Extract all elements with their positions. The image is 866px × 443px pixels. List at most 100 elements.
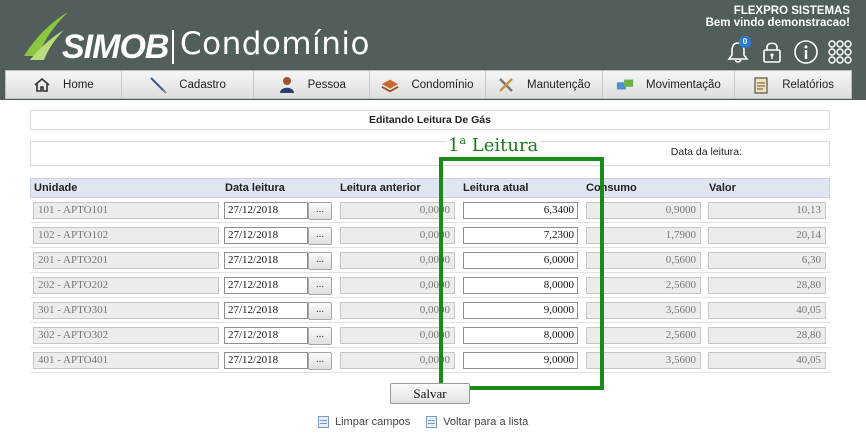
table-row: 401 - APTO401 27/12/2018 ... 0,0000 9,00… [30, 349, 830, 373]
simob-logo[interactable]: SIMOB Condomínio [20, 10, 369, 66]
nav-relatorios-label: Relatórios [782, 78, 834, 91]
save-button[interactable]: Salvar [390, 383, 470, 404]
date-picker-button[interactable]: ... [308, 227, 332, 245]
lock-icon[interactable] [758, 38, 786, 66]
apps-grid-icon[interactable] [826, 38, 854, 66]
nav-cadastro-label: Cadastro [179, 78, 226, 91]
reading-date-input[interactable]: 27/12/2018 [224, 252, 308, 269]
nav-home[interactable]: Home [6, 71, 122, 98]
col-header-atual: Leitura atual [463, 182, 529, 194]
previous-reading-field: 0,0000 [340, 227, 455, 244]
building-icon [381, 76, 400, 94]
date-picker-button[interactable]: ... [308, 302, 332, 320]
reading-date-input[interactable]: 27/12/2018 [224, 277, 308, 294]
nav-movimentacao[interactable]: Movimentação [603, 71, 736, 98]
reading-date-input[interactable]: 27/12/2018 [224, 327, 308, 344]
reading-date-label: Data da leitura: [670, 146, 742, 158]
table-row: 301 - APTO301 27/12/2018 ... 0,0000 9,00… [30, 299, 830, 323]
header-icons: 0 [724, 36, 854, 66]
nav-pessoa-label: Pessoa [307, 78, 346, 91]
current-reading-input[interactable]: 9,0000 [463, 302, 578, 319]
annotation-sup: a [459, 134, 467, 147]
nav-condominio-label: Condomínio [411, 78, 474, 91]
nav-home-label: Home [63, 78, 94, 91]
reading-date-input[interactable]: 27/12/2018 [224, 352, 308, 369]
info-icon[interactable] [792, 38, 820, 66]
company-info: FLEXPRO SISTEMAS Bem vindo demonstracao! [706, 5, 850, 29]
current-reading-input[interactable]: 8,0000 [463, 277, 578, 294]
report-icon [752, 76, 770, 94]
bell-icon[interactable]: 0 [724, 36, 752, 66]
value-field: 6,30 [708, 252, 826, 269]
nav-pessoa[interactable]: Pessoa [254, 71, 371, 98]
unit-field: 301 - APTO301 [33, 302, 219, 319]
back-to-list-link[interactable]: Voltar para a lista [426, 416, 528, 428]
previous-reading-field: 0,0000 [340, 352, 455, 369]
home-icon [33, 76, 51, 94]
table-row: 102 - APTO102 27/12/2018 ... 0,0000 7,23… [30, 224, 830, 248]
logo-condominio-text: Condomínio [180, 26, 370, 62]
annotation-text: Leitura [471, 135, 539, 156]
nav-condominio[interactable]: Condomínio [370, 71, 486, 98]
reading-date-input[interactable]: 27/12/2018 [224, 302, 308, 319]
annotation-number: 1 [448, 135, 460, 156]
date-picker-button[interactable]: ... [308, 352, 332, 370]
table-header: Unidade Data leitura Leitura anterior Le… [30, 178, 830, 198]
company-name: FLEXPRO SISTEMAS [733, 5, 850, 17]
consumption-field: 0,9000 [586, 202, 701, 219]
consumption-field: 3,5600 [586, 302, 701, 319]
date-picker-button[interactable]: ... [308, 327, 332, 345]
document-icon [318, 416, 329, 428]
current-reading-input[interactable]: 6,3400 [463, 202, 578, 219]
current-reading-input[interactable]: 9,0000 [463, 352, 578, 369]
reading-date-input[interactable]: 27/12/2018 [224, 202, 308, 219]
annotation-label: 1a Leitura [446, 134, 541, 156]
unit-field: 202 - APTO202 [33, 277, 219, 294]
consumption-field: 0,5600 [586, 252, 701, 269]
unit-field: 201 - APTO201 [33, 252, 219, 269]
nav-movimentacao-label: Movimentação [646, 78, 721, 91]
col-header-unidade: Unidade [34, 182, 78, 194]
clear-fields-link[interactable]: Limpar campos [318, 416, 410, 428]
consumption-field: 3,5600 [586, 352, 701, 369]
exchange-icon [616, 76, 634, 94]
page-title: Editando Leitura De Gás [30, 110, 830, 130]
previous-reading-field: 0,0000 [340, 277, 455, 294]
table-row: 201 - APTO201 27/12/2018 ... 0,0000 6,00… [30, 249, 830, 273]
col-header-data: Data leitura [225, 182, 285, 194]
nav-manutencao[interactable]: Manutenção [486, 71, 603, 98]
current-reading-input[interactable]: 8,0000 [463, 327, 578, 344]
value-field: 10,13 [708, 202, 826, 219]
previous-reading-field: 0,0000 [340, 327, 455, 344]
unit-field: 302 - APTO302 [33, 327, 219, 344]
value-field: 20,14 [708, 227, 826, 244]
date-picker-button[interactable]: ... [308, 252, 332, 270]
logo-simob-text: SIMOB [62, 28, 169, 66]
nav-relatorios[interactable]: Relatórios [735, 71, 851, 98]
consumption-field: 2,5600 [586, 327, 701, 344]
person-icon [278, 76, 296, 94]
date-picker-button[interactable]: ... [308, 202, 332, 220]
footer-links: Limpar campos Voltar para a lista [318, 416, 528, 428]
clear-fields-label: Limpar campos [335, 416, 411, 428]
unit-field: 401 - APTO401 [33, 352, 219, 369]
tools-icon [497, 76, 515, 94]
welcome-text: Bem vindo demonstracao! [705, 17, 850, 29]
main-nav: Home Cadastro Pessoa Condomínio Manutenç… [5, 70, 852, 99]
nav-manutencao-label: Manutenção [527, 78, 591, 91]
unit-field: 101 - APTO101 [33, 202, 219, 219]
date-picker-button[interactable]: ... [308, 277, 332, 295]
back-to-list-label: Voltar para a lista [443, 416, 529, 428]
col-header-valor: Valor [709, 182, 736, 194]
current-reading-input[interactable]: 6,0000 [463, 252, 578, 269]
reading-date-input[interactable]: 27/12/2018 [224, 227, 308, 244]
previous-reading-field: 0,0000 [340, 252, 455, 269]
col-header-anterior: Leitura anterior [340, 182, 421, 194]
value-field: 40,05 [708, 352, 826, 369]
table-row: 101 - APTO101 27/12/2018 ... 0,0000 6,34… [30, 199, 830, 223]
value-field: 40,05 [708, 302, 826, 319]
document-icon [426, 416, 438, 428]
nav-cadastro[interactable]: Cadastro [122, 71, 255, 98]
current-reading-input[interactable]: 7,2300 [463, 227, 578, 244]
table-row: 302 - APTO302 27/12/2018 ... 0,0000 8,00… [30, 324, 830, 348]
